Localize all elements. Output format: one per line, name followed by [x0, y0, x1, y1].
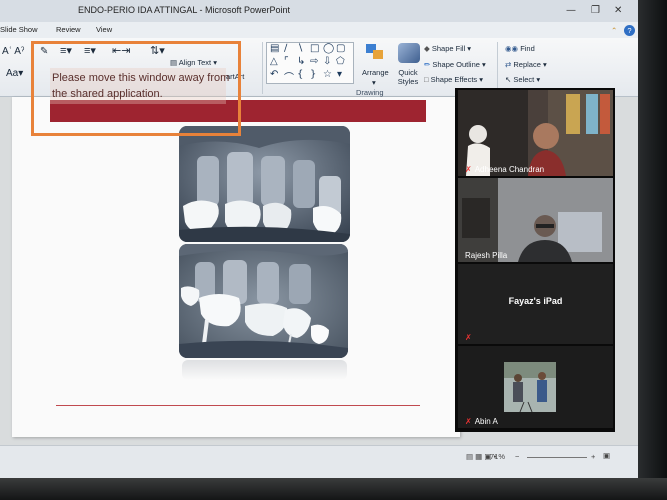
rounded-rect-icon[interactable]: ▢: [336, 43, 345, 54]
shape-fill-icon: ◆: [424, 44, 432, 53]
participant-4-photo: [458, 346, 613, 428]
participant-tile-4[interactable]: ✗ Abin A: [458, 346, 613, 428]
connector-icon[interactable]: ↳: [297, 56, 305, 67]
monitor-bezel-bottom: [0, 478, 667, 500]
quick-styles-icon[interactable]: [398, 43, 420, 63]
participant-tile-1[interactable]: ✗ Adheena Chandran: [458, 90, 613, 176]
tab-review[interactable]: Review: [56, 25, 81, 34]
diagonal-line-icon[interactable]: ∖: [297, 43, 303, 54]
minimize-icon[interactable]: —: [566, 5, 576, 16]
brace-right-icon[interactable]: }: [310, 69, 316, 80]
minimize-ribbon-icon[interactable]: ⌃: [611, 26, 617, 35]
replace-label: Replace: [513, 60, 541, 69]
shape-outline-label: Shape Outline: [432, 60, 480, 69]
shape-fill-label: Shape Fill: [431, 44, 466, 53]
participant-video-2: [458, 178, 613, 262]
close-icon[interactable]: ✕: [614, 5, 622, 16]
xray-reflection: [182, 360, 347, 380]
oval-shape-icon[interactable]: ◯: [323, 43, 334, 54]
xray-image-bottom-graphic: [179, 244, 348, 358]
participant-1-name: Adheena Chandran: [474, 165, 545, 174]
shape-effects-icon: □: [424, 75, 431, 84]
window-title: ENDO-PERIO IDA ATTINGAL - Microsoft Powe…: [78, 5, 291, 15]
shape-effects-button[interactable]: □ Shape Effects ▾: [424, 75, 483, 84]
shape-fill-button[interactable]: ◆ Shape Fill ▾: [424, 44, 471, 53]
replace-button[interactable]: ⇄ Replace ▾: [505, 60, 547, 69]
ribbon-separator: [262, 42, 263, 94]
zoom-level[interactable]: 71%: [490, 452, 505, 461]
participant-tile-3[interactable]: Fayaz's iPad ✗: [458, 264, 613, 344]
zoom-slider[interactable]: [527, 457, 587, 458]
participant-2-name: Rajesh Pilla: [465, 251, 508, 260]
zoom-in-icon[interactable]: +: [591, 452, 595, 461]
shapes-gallery[interactable]: ▤ ∕ ∖ □ ◯ ▢ △ ⌜ ↳ ⇨ ⇩ ⬠ ↶ ⌒ { } ☆ ▾: [266, 42, 354, 84]
muted-mic-icon: ✗: [465, 417, 472, 426]
participant-video-1: [458, 90, 613, 176]
arc-shape-icon[interactable]: ⌒: [284, 69, 294, 84]
powerpoint-screen: ENDO-PERIO IDA ATTINGAL - Microsoft Powe…: [0, 0, 640, 500]
textbox-shape-icon[interactable]: ▤: [270, 43, 279, 54]
quick-styles-button[interactable]: Quick Styles: [396, 68, 420, 86]
participant-3-device-name: Fayaz's iPad: [508, 296, 563, 306]
shape-outline-button[interactable]: ✏ Shape Outline ▾: [424, 60, 486, 69]
participant-tile-2[interactable]: Rajesh Pilla: [458, 178, 613, 262]
participant-name-2: Rajesh Pilla: [465, 251, 507, 260]
find-button[interactable]: ◉◉ Find: [505, 44, 535, 53]
more-shapes-icon[interactable]: ▾: [337, 69, 342, 80]
brace-left-icon[interactable]: {: [297, 69, 303, 80]
find-label: Find: [520, 44, 535, 53]
shape-effects-label: Shape Effects: [430, 75, 478, 84]
star-shape-icon[interactable]: ☆: [323, 69, 332, 80]
right-arrow-shape-icon[interactable]: ⇨: [310, 56, 318, 67]
arrange-dropdown-icon[interactable]: ▾: [372, 78, 376, 87]
down-arrow-shape-icon[interactable]: ⇩: [323, 56, 331, 67]
slide-footer-line: [56, 405, 420, 406]
select-label: Select: [513, 75, 535, 84]
participant-name-1: ✗ Adheena Chandran: [465, 165, 544, 174]
drawing-group-label: Drawing: [356, 88, 384, 97]
arrange-icon[interactable]: [362, 42, 392, 64]
zoom-out-icon[interactable]: −: [515, 452, 519, 461]
triangle-shape-icon[interactable]: △: [270, 56, 278, 67]
tab-slide-show[interactable]: Slide Show: [0, 25, 38, 34]
change-case-icon[interactable]: Aa▾: [6, 68, 23, 79]
screen-share-warning-text: Please move this window away from the sh…: [52, 72, 230, 100]
participant-name-4: ✗ Abin A: [465, 417, 498, 426]
tab-view[interactable]: View: [96, 25, 112, 34]
help-icon[interactable]: ?: [624, 25, 635, 36]
status-bar: ▤ ▦ ▣ ▪ 71% − + ▣: [0, 445, 640, 479]
fit-slide-icon[interactable]: ▣: [603, 451, 610, 460]
muted-mic-icon: ✗: [465, 165, 472, 174]
elbow-connector-icon[interactable]: ⌜: [284, 56, 289, 67]
xray-image-bottom[interactable]: [179, 244, 348, 358]
monitor-bezel-right: [638, 0, 667, 500]
ribbon-tabs: Slide Show Review View ⌃ ?: [0, 22, 640, 38]
curve-shape-icon[interactable]: ↶: [270, 69, 278, 80]
arrange-button[interactable]: Arrange: [362, 68, 389, 77]
xray-image-top-graphic: [179, 126, 350, 242]
rectangle-shape-icon[interactable]: □: [310, 43, 319, 54]
title-bar: ENDO-PERIO IDA ATTINGAL - Microsoft Powe…: [0, 0, 640, 22]
chevron-shape-icon[interactable]: ⬠: [336, 56, 345, 67]
muted-mic-icon: ✗: [465, 333, 472, 342]
participant-4-name: Abin A: [474, 417, 498, 426]
restore-icon[interactable]: ❐: [591, 5, 600, 16]
binoculars-icon: ◉◉: [505, 44, 521, 53]
participant-name-3: ✗: [465, 333, 475, 342]
xray-image-top[interactable]: [179, 126, 350, 242]
select-button[interactable]: ↖ Select ▾: [505, 75, 540, 84]
font-size-icon[interactable]: Aʿ Aˀ: [2, 46, 24, 57]
ribbon-separator: [497, 42, 498, 94]
line-shape-icon[interactable]: ∕: [284, 43, 287, 54]
